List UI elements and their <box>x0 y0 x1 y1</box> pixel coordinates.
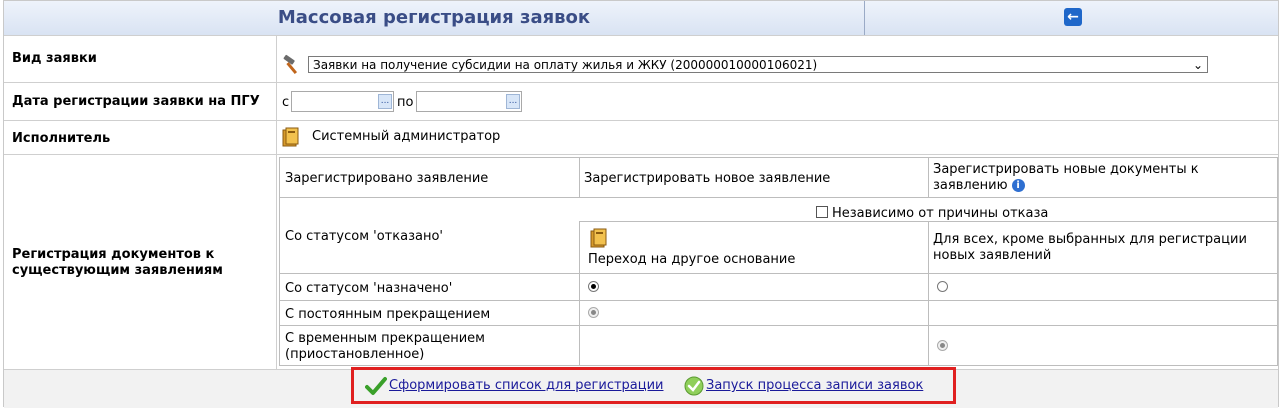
refused-new-docs-line2: новых заявлений <box>933 248 1052 263</box>
grid-line <box>579 157 580 197</box>
any-reason-label: Независимо от причины отказа <box>832 206 1049 221</box>
info-icon[interactable]: i <box>1011 179 1025 192</box>
book-icon <box>282 127 299 147</box>
divider <box>4 120 1278 121</box>
divider <box>4 154 1278 155</box>
refused-new-docs-line1: Для всех, кроме выбранных для регистраци… <box>933 232 1247 247</box>
any-reason-checkbox[interactable] <box>816 206 828 218</box>
grid-line <box>279 365 1278 366</box>
docs-label-line1: Регистрация документов к <box>12 247 215 262</box>
divider <box>4 82 1278 83</box>
title-divider <box>864 1 865 35</box>
divider <box>276 35 277 369</box>
reg-date-label: Дата регистрации заявки на ПГУ <box>12 94 260 109</box>
grid-line <box>928 157 929 197</box>
checkmark-icon <box>365 377 387 395</box>
chevron-down-icon: ⌄ <box>1192 58 1203 72</box>
grid-line <box>279 325 1278 326</box>
calendar-picker-button[interactable]: ... <box>378 94 392 109</box>
assigned-label: Со статусом 'назначено' <box>285 281 453 296</box>
start-process-link[interactable]: Запуск процесса записи заявок <box>706 378 923 393</box>
executor-value: Системный администратор <box>312 129 501 144</box>
docs-label-line2: существующим заявлениям <box>12 263 223 278</box>
grid-line <box>1277 157 1278 365</box>
grid-line <box>279 197 1278 198</box>
date-to-input[interactable]: ... <box>416 91 522 112</box>
refused-label: Со статусом 'отказано' <box>285 229 443 244</box>
grid-line <box>579 221 580 365</box>
back-arrow-icon[interactable]: ← <box>1064 8 1082 26</box>
request-type-select[interactable]: Заявки на получение субсидии на оплату ж… <box>308 56 1208 73</box>
grid-line <box>279 157 280 365</box>
date-from-input[interactable]: ... <box>291 91 394 112</box>
assigned-new-request-radio[interactable] <box>588 281 599 292</box>
col-header-new-docs-line1: Зарегистрировать новые документы к <box>933 162 1199 177</box>
executor-label: Исполнитель <box>12 131 111 146</box>
temporary-label-line2: (приостановленное) <box>285 347 425 362</box>
switch-basis-label: Переход на другое основание <box>588 252 796 267</box>
calendar-picker-button[interactable]: ... <box>506 94 520 109</box>
permanent-label: С постоянным прекращением <box>285 307 491 322</box>
permanent-new-request-radio[interactable] <box>588 307 599 318</box>
col-header-new-request: Зарегистрировать новое заявление <box>584 171 831 186</box>
assigned-new-docs-radio[interactable] <box>937 281 948 292</box>
grid-line <box>279 273 1278 274</box>
page-title: Массовая регистрация заявок <box>277 7 591 28</box>
grid-line <box>279 300 1278 301</box>
hammer-icon <box>283 54 298 75</box>
col-header-registered: Зарегистрировано заявление <box>285 171 489 186</box>
request-type-value: Заявки на получение субсидии на оплату ж… <box>313 58 818 72</box>
form-list-link[interactable]: Сформировать список для регистрации <box>389 378 664 393</box>
date-from-label: с <box>282 95 290 110</box>
grid-line <box>279 157 1278 158</box>
check-circle-icon <box>684 376 704 396</box>
date-to-label: по <box>397 95 414 110</box>
book-icon[interactable] <box>589 227 609 249</box>
divider <box>4 35 1278 36</box>
col-header-new-docs-line2: заявлению i <box>933 178 1025 193</box>
temporary-label-line1: С временным прекращением <box>285 331 485 346</box>
temporary-new-docs-radio[interactable] <box>937 340 948 351</box>
request-type-label: Вид заявки <box>12 51 97 66</box>
grid-line <box>928 221 929 365</box>
